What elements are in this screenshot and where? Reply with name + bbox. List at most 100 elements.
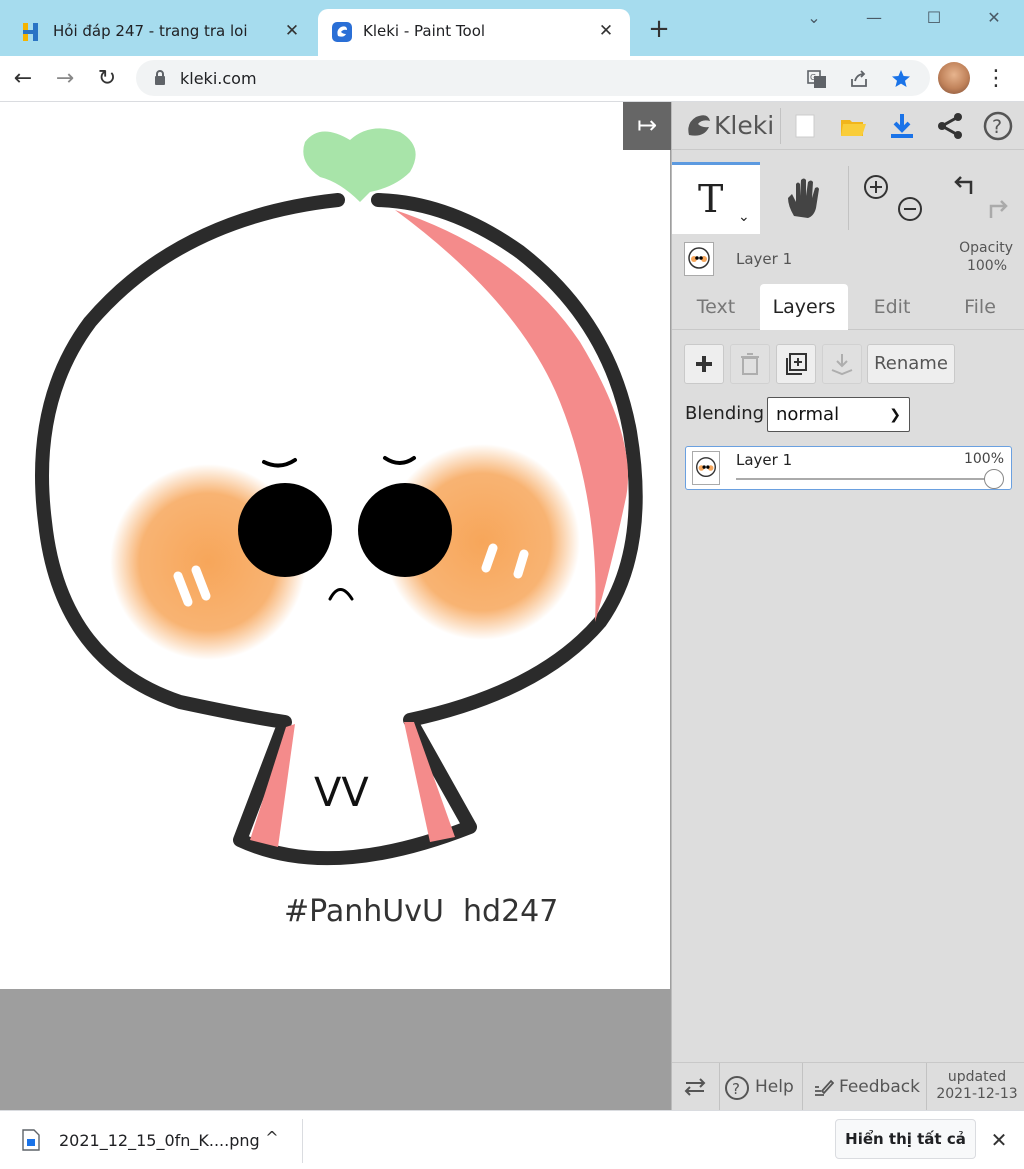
- zoom-out-icon[interactable]: [895, 194, 925, 224]
- profile-avatar[interactable]: [938, 62, 970, 94]
- minimize-icon[interactable]: —: [860, 4, 888, 32]
- window-close-icon[interactable]: ✕: [980, 4, 1008, 32]
- divider: [302, 1119, 303, 1163]
- active-layer-name: Layer 1: [736, 250, 793, 268]
- tool-row: T ⌄: [672, 162, 1024, 234]
- close-tab-icon[interactable]: ✕: [280, 19, 304, 43]
- tab-hoidap247[interactable]: Hỏi đáp 247 - trang tra loi ✕: [8, 9, 316, 56]
- trash-icon: [741, 353, 759, 375]
- drawing-illustration: VV: [35, 128, 643, 866]
- panel-tabs: Text Layers Edit File: [672, 284, 1024, 330]
- divider: [719, 1063, 720, 1111]
- tab-file[interactable]: File: [936, 284, 1024, 330]
- image-file-icon: [22, 1129, 40, 1151]
- new-image-icon[interactable]: [789, 110, 821, 142]
- drawing-canvas[interactable]: VV #PanhUvU hd247: [0, 102, 670, 989]
- close-shelf-icon[interactable]: ✕: [986, 1127, 1012, 1153]
- hoidap-favicon-icon: [23, 23, 38, 41]
- help-label: Help: [755, 1077, 794, 1097]
- lock-icon: [155, 70, 165, 85]
- text-tool-icon: T: [698, 177, 724, 221]
- blending-select[interactable]: normal ❯: [767, 397, 910, 432]
- feedback-pen-icon: [815, 1079, 834, 1096]
- tab-edit[interactable]: Edit: [848, 284, 936, 330]
- layer-list-item[interactable]: Layer 1 100%: [685, 446, 1012, 490]
- redo-icon[interactable]: [983, 194, 1013, 224]
- chevron-down-icon: ❯: [889, 407, 901, 423]
- opacity-value: 100%: [966, 258, 1007, 274]
- add-layer-button[interactable]: [684, 344, 724, 384]
- panel-footer: ? Help Feedback updated 2021-12-13: [672, 1062, 1024, 1111]
- forward-arrow-icon[interactable]: →: [50, 64, 80, 94]
- chevron-down-icon[interactable]: ⌄: [738, 209, 750, 225]
- tab-layers[interactable]: Layers: [760, 284, 848, 330]
- kleki-logo-icon: [688, 115, 710, 136]
- zoom-in-icon[interactable]: [861, 172, 891, 202]
- delete-layer-button[interactable]: [730, 344, 770, 384]
- canvas-caption: #PanhUvU hd247: [284, 894, 559, 929]
- layer-thumbnail-image: [688, 247, 710, 269]
- download-icon[interactable]: [886, 110, 918, 142]
- canvas-area[interactable]: VV #PanhUvU hd247 ↦: [0, 102, 671, 1110]
- slider-handle[interactable]: [984, 469, 1004, 489]
- panel-top-bar: Kleki ?: [672, 102, 1024, 150]
- svg-text:?: ?: [992, 116, 1002, 138]
- eye-right: [358, 483, 452, 577]
- svg-text:G: G: [810, 73, 816, 82]
- zoom-controls: [849, 162, 937, 234]
- updated-date: 2021-12-13: [936, 1086, 1018, 1102]
- opacity-label: Opacity: [959, 240, 1013, 256]
- duplicate-layer-button[interactable]: [776, 344, 816, 384]
- download-file-name[interactable]: 2021_12_15_0fn_K....png: [59, 1131, 260, 1150]
- blending-label: Blending: [685, 403, 765, 424]
- layer-thumbnail: [684, 242, 714, 276]
- browser-tab-strip: Hỏi đáp 247 - trang tra loi ✕ Kleki - Pa…: [0, 0, 1024, 56]
- hand-tool[interactable]: [760, 162, 848, 234]
- downloads-shelf: 2021_12_15_0fn_K....png ^ Hiển thị tất c…: [0, 1110, 1024, 1169]
- bookmark-star-icon[interactable]: [890, 68, 912, 90]
- back-arrow-icon[interactable]: ←: [8, 64, 38, 94]
- help-icon[interactable]: ?: [982, 110, 1014, 142]
- divider: [780, 108, 781, 144]
- collapse-panel-button[interactable]: ↦: [623, 102, 671, 150]
- merge-down-icon: [831, 354, 853, 376]
- chevron-up-icon[interactable]: ^: [262, 1128, 282, 1152]
- text-tool[interactable]: T ⌄: [672, 162, 760, 234]
- blending-value: normal: [776, 404, 840, 425]
- tab-text[interactable]: Text: [672, 284, 760, 330]
- browser-menu-icon[interactable]: ⋮: [984, 64, 1008, 94]
- body-text: VV: [314, 770, 369, 816]
- layer-thumbnail: [692, 451, 720, 485]
- merge-down-button[interactable]: [822, 344, 862, 384]
- url-text: kleki.com: [180, 69, 257, 88]
- share-icon[interactable]: [848, 68, 870, 90]
- updated-info: updated 2021-12-13: [930, 1069, 1024, 1103]
- history-controls: [937, 162, 1024, 234]
- divider: [802, 1063, 803, 1111]
- kleki-brand: Kleki: [714, 111, 775, 140]
- tab-kleki[interactable]: Kleki - Paint Tool ✕: [318, 9, 630, 56]
- rename-layer-button[interactable]: Rename: [867, 344, 955, 384]
- reload-icon[interactable]: ↻: [92, 64, 122, 94]
- plus-icon: [696, 356, 712, 372]
- address-bar[interactable]: kleki.com G: [136, 60, 930, 96]
- hand-icon: [788, 178, 819, 218]
- tab-search-icon[interactable]: ⌄: [800, 4, 828, 32]
- new-tab-button[interactable]: +: [645, 16, 673, 44]
- layer-name: Layer 1: [736, 451, 793, 469]
- tab-title: Hỏi đáp 247 - trang tra loi: [53, 22, 248, 40]
- close-tab-icon[interactable]: ✕: [594, 19, 618, 43]
- translate-icon[interactable]: G: [806, 68, 828, 90]
- layer-opacity-slider[interactable]: [736, 478, 998, 480]
- show-all-downloads-button[interactable]: Hiển thị tất cả: [835, 1119, 976, 1159]
- layer-thumbnail-image: [696, 457, 716, 478]
- active-layer-preview: Layer 1 Opacity 100%: [672, 236, 1024, 284]
- open-folder-icon[interactable]: [837, 110, 869, 142]
- share-nodes-icon[interactable]: [934, 110, 966, 142]
- svg-text:?: ?: [732, 1080, 740, 1098]
- maximize-icon[interactable]: ☐: [920, 4, 948, 32]
- eye-left: [238, 483, 332, 577]
- undo-icon[interactable]: [949, 170, 979, 200]
- swap-panel-icon[interactable]: [682, 1075, 708, 1099]
- layer-opacity: 100%: [963, 451, 1004, 467]
